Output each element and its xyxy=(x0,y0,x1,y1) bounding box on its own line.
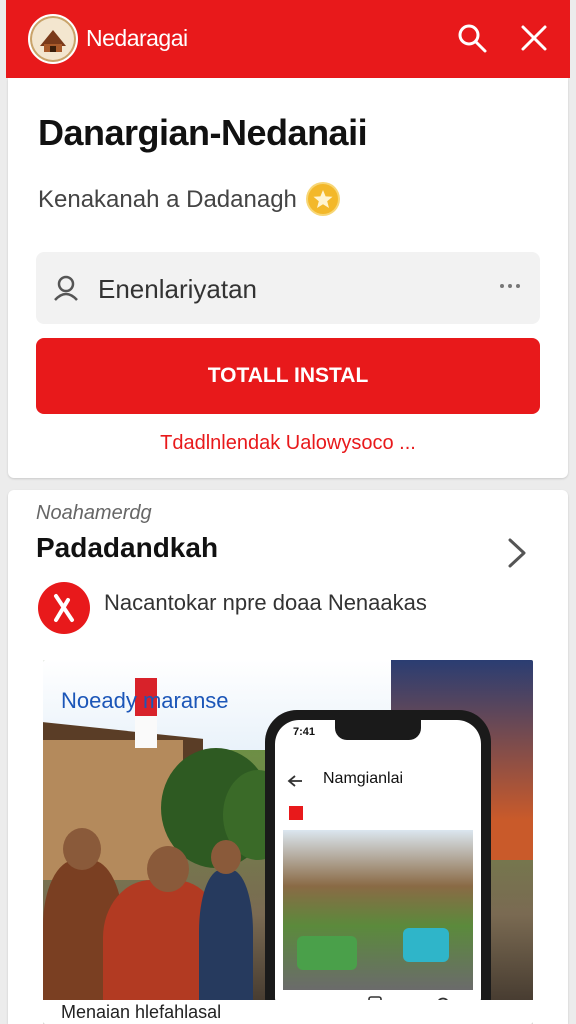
app-description: Nacantokar npre doaa Nenaakas xyxy=(104,590,427,615)
phone-time: 7:41 xyxy=(293,726,316,738)
install-card: Danargian-Nedanaii Kenakanah a Dadanagh … xyxy=(8,78,568,478)
hero-footer-text: Menaian hlefahlasal xyxy=(61,1002,222,1022)
app-icon[interactable] xyxy=(38,582,90,634)
install-button[interactable]: TOTALL INSTAL xyxy=(36,338,540,414)
star-badge-icon xyxy=(308,184,338,214)
app-name: Nedaragai xyxy=(86,25,188,51)
phone-screen: 7:41 Namgianlai xyxy=(275,720,481,1020)
content-card: Noahamerdg Padadandkah Nacantokar npre d… xyxy=(8,490,568,1024)
phone-photo xyxy=(283,830,473,990)
subtitle: Kenakanah a Dadanagh xyxy=(38,186,297,213)
phone-app-icon xyxy=(289,806,303,820)
app-header: Nedaragai xyxy=(6,0,570,78)
search-input[interactable]: Enenlariyatan xyxy=(98,274,257,305)
terms-link[interactable]: Tdadlnlendak Ualowysoco ... xyxy=(8,432,568,455)
chevron-right-icon[interactable] xyxy=(506,536,528,570)
hero-footer: Menaian hlefahlasal xyxy=(43,1000,533,1024)
close-icon[interactable] xyxy=(518,22,550,54)
phone-mockup: 7:41 Namgianlai xyxy=(265,710,491,1024)
car xyxy=(297,936,357,970)
car xyxy=(403,928,449,962)
phone-notch xyxy=(335,720,421,740)
page-title: Danargian-Nedanaii xyxy=(38,112,368,153)
section-overline: Noahamerdg xyxy=(36,502,152,524)
person-head xyxy=(211,840,241,874)
more-icon[interactable] xyxy=(498,282,522,290)
back-arrow-icon[interactable] xyxy=(287,774,303,788)
phone-title: Namgianlai xyxy=(323,770,404,787)
person-head xyxy=(147,846,189,892)
search-field[interactable]: Enenlariyatan xyxy=(36,252,540,324)
app-logo xyxy=(28,14,78,64)
person-head xyxy=(63,828,101,870)
search-icon[interactable] xyxy=(456,22,488,54)
hero-image[interactable]: Noeady maranse 7:41 Namgianlai Menaian h… xyxy=(43,660,533,1024)
hero-caption: Noeady maranse xyxy=(61,688,229,713)
user-icon xyxy=(54,275,78,301)
section-title[interactable]: Padadandkah xyxy=(36,532,218,564)
flag xyxy=(135,716,157,748)
